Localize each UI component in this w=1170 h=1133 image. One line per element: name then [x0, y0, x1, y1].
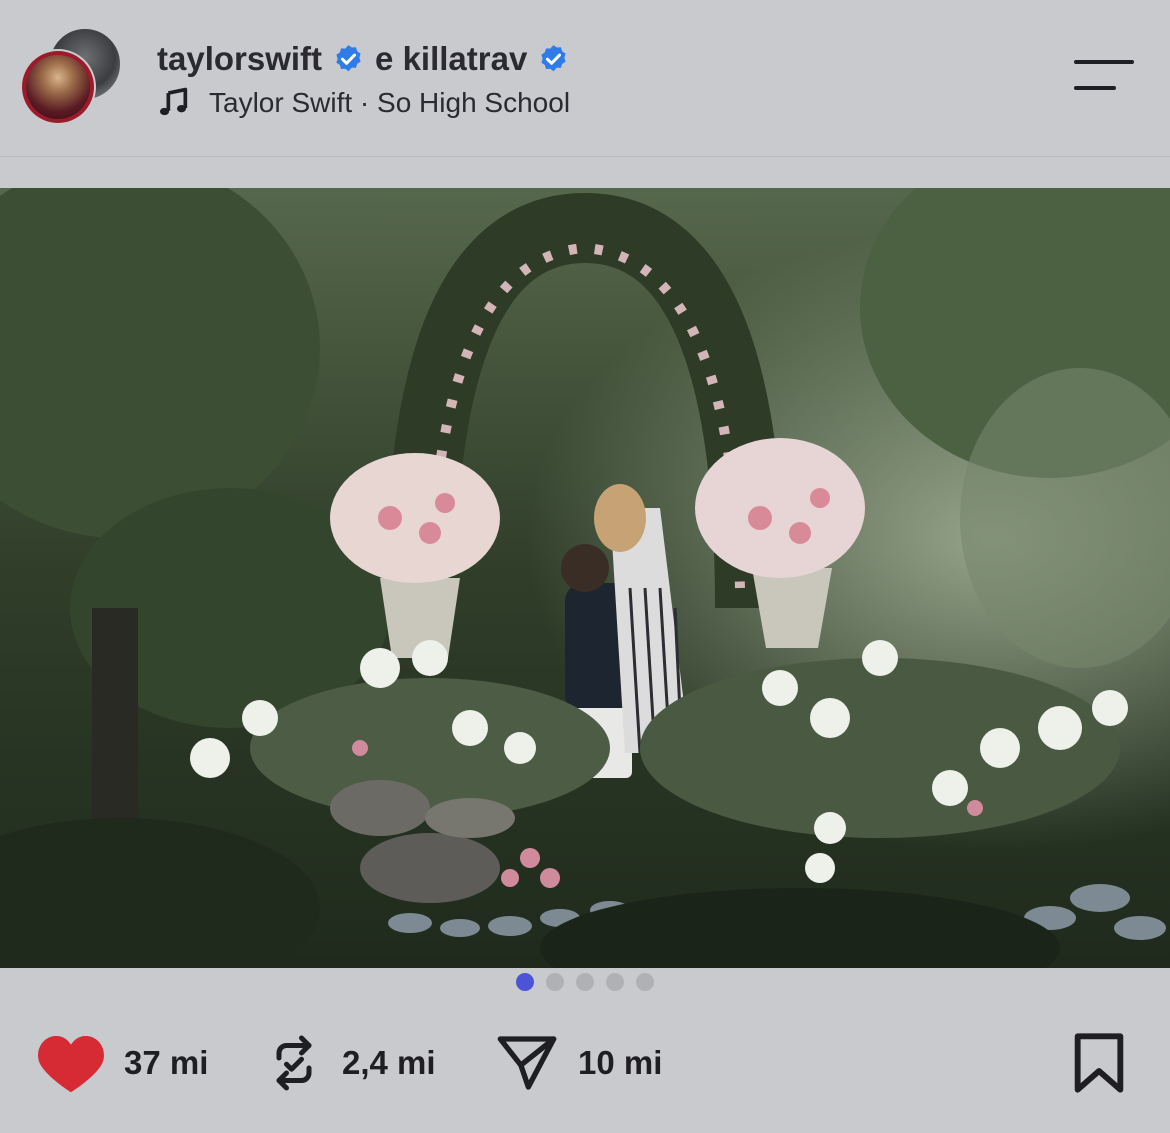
username-taylorswift[interactable]: taylorswift: [157, 40, 322, 78]
music-note-icon: [159, 87, 188, 116]
carousel-dot[interactable]: [546, 973, 564, 991]
like-button[interactable]: 37 mi: [36, 1025, 208, 1101]
post-header: taylorswift e killatrav Taylor Swift · S…: [0, 0, 1170, 157]
like-count: 37 mi: [124, 1044, 209, 1081]
garden-proposal-image: [0, 188, 1170, 968]
heart-icon: [38, 1035, 104, 1093]
carousel-dot[interactable]: [606, 973, 624, 991]
share-count: 10 mi: [578, 1044, 663, 1081]
carousel-dot-active[interactable]: [516, 973, 534, 991]
author-names: taylorswift e killatrav: [157, 40, 570, 78]
share-button[interactable]: 10 mi: [494, 1025, 662, 1101]
username-killatrav[interactable]: e killatrav: [375, 40, 527, 78]
verified-badge-icon: [541, 44, 566, 71]
repost-icon: [276, 1035, 312, 1091]
song-info[interactable]: Taylor Swift · So High School: [157, 86, 570, 120]
carousel-dot[interactable]: [636, 973, 654, 991]
post-photo[interactable]: [0, 188, 1170, 968]
post-actions: 37 mi 2,4 mi 10 mi: [0, 1025, 1170, 1105]
share-icon: [497, 1036, 557, 1090]
save-button[interactable]: [1070, 1025, 1128, 1101]
avatar-taylorswift[interactable]: [20, 49, 96, 125]
carousel-dot[interactable]: [576, 973, 594, 991]
carousel-indicator: [516, 973, 654, 991]
repost-button[interactable]: 2,4 mi: [264, 1025, 436, 1101]
song-title: Taylor Swift · So High School: [209, 87, 571, 118]
collab-avatars[interactable]: [20, 27, 122, 127]
menu-icon[interactable]: [1074, 60, 1136, 92]
repost-count: 2,4 mi: [342, 1044, 436, 1081]
verified-badge-icon: [336, 44, 361, 71]
bookmark-icon: [1074, 1033, 1124, 1093]
